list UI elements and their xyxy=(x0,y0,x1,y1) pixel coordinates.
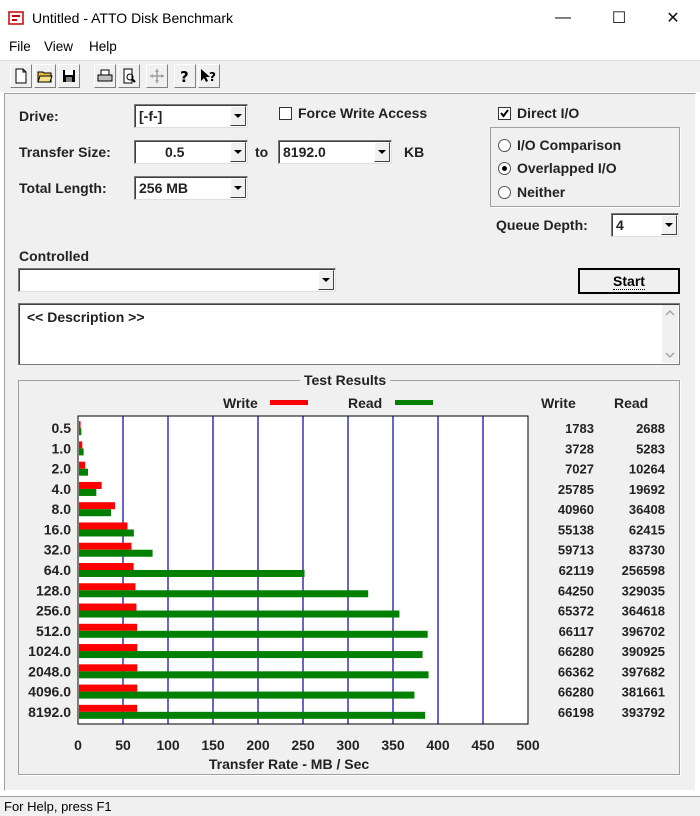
close-button[interactable]: ✕ xyxy=(650,0,696,36)
force-write-label: Force Write Access xyxy=(298,105,428,121)
minimize-button[interactable]: — xyxy=(540,0,586,36)
controlled-label: Controlled xyxy=(19,248,89,264)
kb-label: KB xyxy=(404,144,425,160)
transfer-from-select[interactable]: 0.5 xyxy=(134,140,248,164)
status-text: For Help, press F1 xyxy=(4,799,112,814)
print-preview-button[interactable] xyxy=(118,64,140,88)
direct-io-label: Direct I/O xyxy=(517,105,580,121)
new-file-icon xyxy=(15,68,27,84)
total-length-value: 256 MB xyxy=(139,180,189,196)
total-length-select[interactable]: 256 MB xyxy=(134,176,248,200)
total-length-label: Total Length: xyxy=(19,180,107,196)
title-bar: Untitled - ATTO Disk Benchmark — ☐ ✕ xyxy=(0,0,700,36)
to-label: to xyxy=(255,144,269,160)
drive-label: Drive: xyxy=(19,108,59,124)
window-title: Untitled - ATTO Disk Benchmark xyxy=(32,10,233,26)
help-icon: ? xyxy=(180,68,189,84)
description-textarea[interactable]: << Description >> xyxy=(18,303,680,365)
save-button[interactable] xyxy=(58,64,80,88)
chevron-down-icon xyxy=(378,150,386,154)
transfer-from-dropdown-arrow[interactable] xyxy=(230,142,246,162)
transfer-size-label: Transfer Size: xyxy=(19,144,111,160)
move-icon xyxy=(150,69,164,83)
radio-io-comparison[interactable] xyxy=(498,139,511,152)
transfer-to-select[interactable]: 8192.0 xyxy=(278,140,392,164)
transfer-to-dropdown-arrow[interactable] xyxy=(374,142,390,162)
drive-value: [-f-] xyxy=(139,108,163,124)
controlled-dropdown-arrow[interactable] xyxy=(318,270,334,290)
total-length-dropdown-arrow[interactable] xyxy=(230,178,246,198)
menu-file[interactable]: File xyxy=(9,39,31,54)
new-button[interactable] xyxy=(10,64,32,88)
test-results-group xyxy=(18,380,680,775)
menu-view[interactable]: View xyxy=(44,39,73,54)
maximize-button[interactable]: ☐ xyxy=(596,0,642,36)
chevron-down-icon xyxy=(322,278,330,282)
io-comparison-label: I/O Comparison xyxy=(517,137,622,153)
chevron-down-icon xyxy=(665,223,673,227)
transfer-to-value: 8192.0 xyxy=(283,144,326,160)
drive-select[interactable]: [-f-] xyxy=(134,104,248,128)
toolbar: ? ? xyxy=(0,60,700,92)
overlapped-io-label: Overlapped I/O xyxy=(517,160,617,176)
queue-depth-label: Queue Depth: xyxy=(496,217,588,233)
svg-text:?: ? xyxy=(180,68,189,84)
chevron-down-icon xyxy=(234,150,242,154)
scrollbar-arrows-icon xyxy=(665,310,675,358)
queue-depth-dropdown-arrow[interactable] xyxy=(661,215,677,235)
print-icon xyxy=(97,69,113,82)
help-button[interactable]: ? xyxy=(174,64,196,88)
queue-depth-value: 4 xyxy=(616,217,624,233)
save-icon xyxy=(63,70,75,82)
open-folder-icon xyxy=(37,71,53,83)
app-icon xyxy=(8,11,24,25)
checkmark-icon xyxy=(500,109,509,118)
start-label: Start xyxy=(613,272,645,290)
move-button[interactable] xyxy=(146,64,168,88)
menu-bar: File View Help xyxy=(0,36,700,58)
print-button[interactable] xyxy=(94,64,116,88)
description-scrollbar[interactable] xyxy=(662,305,678,363)
print-preview-icon xyxy=(123,68,136,84)
test-results-title: Test Results xyxy=(300,372,391,388)
start-button[interactable]: Start xyxy=(578,268,680,294)
chevron-down-icon xyxy=(234,114,242,118)
direct-io-checkbox[interactable] xyxy=(498,107,511,120)
context-help-button[interactable]: ? xyxy=(198,64,220,88)
radio-overlapped-io[interactable] xyxy=(498,162,511,175)
queue-depth-select[interactable]: 4 xyxy=(611,213,679,237)
description-text: << Description >> xyxy=(27,309,145,325)
status-bar: For Help, press F1 xyxy=(0,796,700,816)
menu-help[interactable]: Help xyxy=(89,39,117,54)
context-help-icon: ? xyxy=(201,69,216,84)
chevron-down-icon xyxy=(234,186,242,190)
svg-text:?: ? xyxy=(209,70,216,84)
drive-dropdown-arrow[interactable] xyxy=(230,106,246,126)
controlled-select[interactable] xyxy=(18,268,336,292)
transfer-from-value: 0.5 xyxy=(165,144,185,160)
radio-neither[interactable] xyxy=(498,186,511,199)
neither-label: Neither xyxy=(517,184,566,200)
open-button[interactable] xyxy=(34,64,56,88)
force-write-checkbox[interactable] xyxy=(279,107,292,120)
